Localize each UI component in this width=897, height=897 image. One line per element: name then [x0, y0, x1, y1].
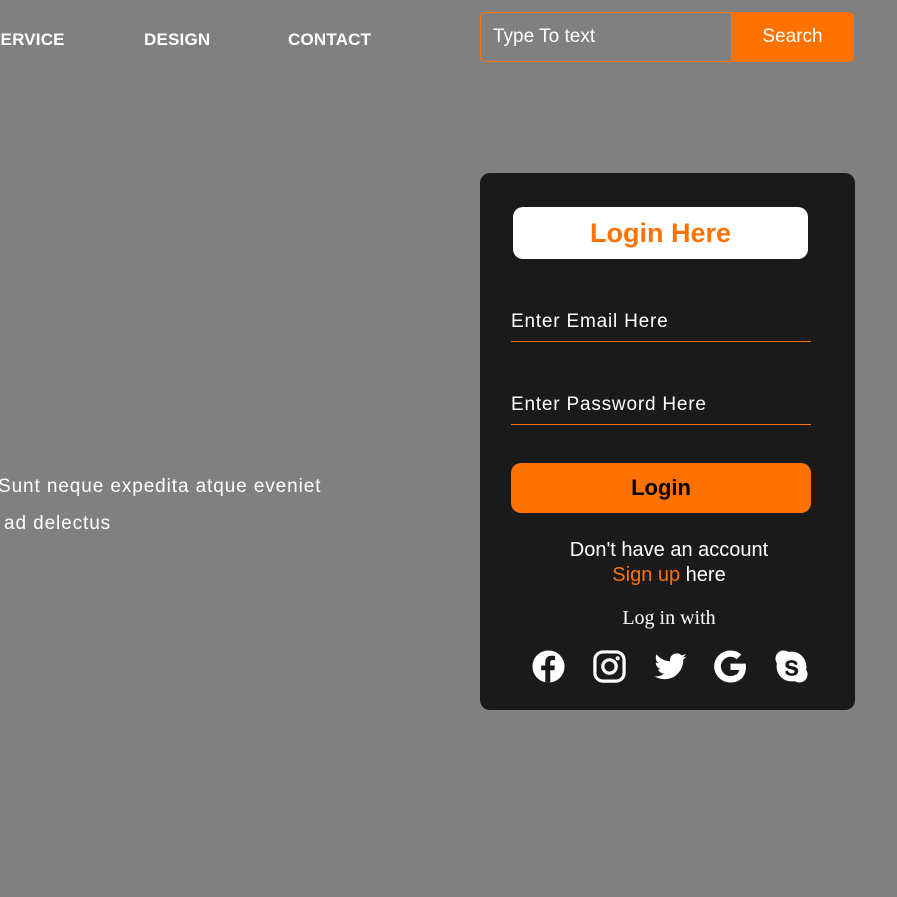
search-button[interactable]: Search [731, 12, 854, 62]
signup-link[interactable]: Sign up [612, 564, 680, 586]
signup-line: Sign up here [483, 563, 855, 588]
email-field[interactable] [511, 302, 811, 342]
login-button[interactable]: Login [511, 463, 811, 513]
skype-icon[interactable] [773, 648, 810, 685]
login-with-text: Log in with [622, 607, 716, 629]
nav-link-design[interactable]: DESIGN [144, 30, 210, 50]
search-bar: Search [480, 12, 854, 62]
social-login-icons [530, 648, 810, 688]
signup-suffix: here [680, 564, 726, 586]
no-account-text: Don't have an account [569, 539, 769, 561]
google-icon[interactable] [712, 648, 749, 685]
login-title: Login Here [513, 207, 808, 259]
signup-prompt: Don't have an account Sign up here [480, 538, 855, 588]
nav-link-contact[interactable]: CONTACT [288, 30, 371, 50]
facebook-icon[interactable] [530, 648, 567, 685]
search-input[interactable] [480, 12, 731, 62]
password-field[interactable] [511, 385, 811, 425]
twitter-icon[interactable] [652, 648, 689, 685]
nav-link-service[interactable]: SERVICE [0, 30, 65, 50]
hero-text-line-1: Sunt neque expedita atque eveniet [0, 476, 322, 497]
login-form: Login Here Login Don't have an account S… [480, 173, 855, 710]
instagram-icon[interactable] [591, 648, 628, 685]
hero-text-line-2: ad delectus [4, 513, 112, 534]
page: SERVICE DESIGN CONTACT Search Sunt neque… [0, 0, 897, 897]
hero-text: Sunt neque expedita atque eveniet ad del… [0, 468, 378, 542]
